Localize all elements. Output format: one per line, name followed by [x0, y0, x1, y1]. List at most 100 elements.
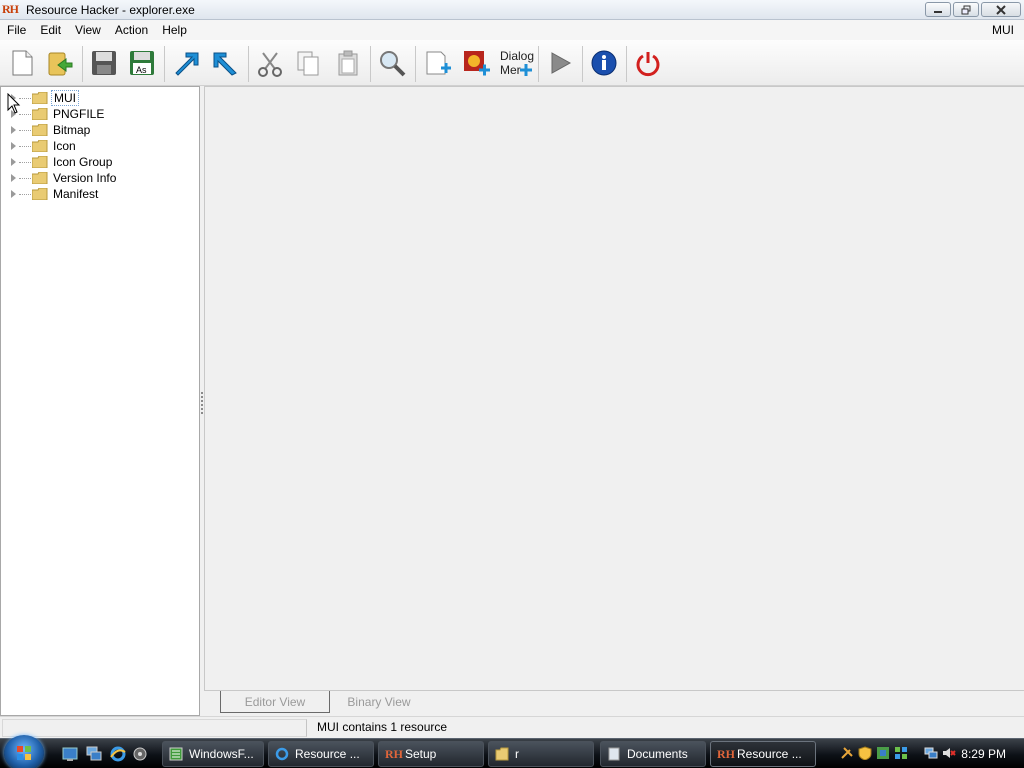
menu-view[interactable]: View — [68, 20, 108, 40]
security-shield-icon[interactable] — [858, 746, 872, 760]
task-documents[interactable]: Documents — [600, 741, 706, 767]
tray-tool-icon[interactable] — [840, 746, 854, 760]
cut-icon — [258, 52, 282, 77]
copy-icon — [297, 51, 319, 76]
menu-file[interactable]: File — [0, 20, 33, 40]
dialog-menu-icon: DialogMer — [500, 49, 534, 77]
tree-item-icon-group[interactable]: Icon Group — [1, 154, 199, 170]
network-icon[interactable] — [924, 746, 938, 760]
exit-icon — [636, 52, 660, 77]
save-button[interactable] — [86, 45, 122, 81]
resource-tree[interactable]: MUI PNGFILE Bitmap Icon Icon Group Versi… — [0, 86, 200, 716]
folder-icon — [32, 108, 48, 120]
compile-up-icon — [175, 52, 199, 76]
restore-button[interactable] — [953, 2, 979, 17]
tree-item-bitmap[interactable]: Bitmap — [1, 122, 199, 138]
view-tabs: Editor View Binary View — [204, 690, 1024, 716]
menu-edit[interactable]: Edit — [33, 20, 68, 40]
tray-grid-icon[interactable] — [894, 746, 908, 760]
menu-bar: File Edit View Action Help MUI — [0, 20, 1024, 40]
find-button[interactable] — [374, 45, 410, 81]
save-as-button[interactable]: As — [124, 45, 160, 81]
tab-editor-view[interactable]: Editor View — [220, 691, 330, 713]
internet-explorer-icon — [275, 747, 289, 761]
task-resource-hacker[interactable]: RH Resource ... — [710, 741, 816, 767]
start-button[interactable] — [4, 735, 44, 768]
tree-item-label: PNGFILE — [53, 107, 105, 121]
new-file-button[interactable] — [4, 45, 40, 81]
new-file-icon — [12, 50, 33, 76]
add-image-button[interactable] — [458, 45, 494, 81]
menu-action[interactable]: Action — [108, 20, 155, 40]
menu-help[interactable]: Help — [155, 20, 194, 40]
expand-arrow-icon[interactable] — [11, 190, 16, 198]
tree-item-icon[interactable]: Icon — [1, 138, 199, 154]
media-player-icon[interactable] — [132, 746, 148, 762]
internet-explorer-icon[interactable] — [110, 746, 126, 762]
current-resource-label: MUI — [992, 23, 1014, 37]
taskbar: WindowsF... Resource ... RH Setup r Docu… — [0, 735, 1024, 768]
tree-item-label: Version Info — [53, 171, 117, 185]
window-title: Resource Hacker - explorer.exe — [26, 2, 195, 17]
folder-icon — [32, 140, 48, 152]
compile-up-button[interactable] — [168, 45, 204, 81]
folder-icon — [32, 188, 48, 200]
tray-app-icon[interactable] — [876, 746, 890, 760]
svg-text:Dialog: Dialog — [500, 49, 534, 63]
tree-item-pngfile[interactable]: PNGFILE — [1, 106, 199, 122]
open-file-button[interactable] — [42, 45, 78, 81]
expand-arrow-icon[interactable] — [11, 174, 16, 182]
add-resource-button[interactable] — [420, 45, 456, 81]
close-button[interactable] — [981, 2, 1021, 17]
copy-button[interactable] — [290, 45, 326, 81]
tree-item-version-info[interactable]: Version Info — [1, 170, 199, 186]
folder-icon — [495, 747, 509, 761]
save-as-icon: As — [130, 51, 154, 75]
editor-pane[interactable] — [204, 86, 1024, 690]
info-button[interactable] — [586, 45, 622, 81]
add-resource-icon — [426, 51, 451, 75]
expand-arrow-icon[interactable] — [11, 158, 16, 166]
find-icon — [380, 51, 406, 77]
folder-icon — [32, 92, 48, 104]
dialog-menu-button[interactable]: Dialog Mer — [496, 45, 536, 81]
splitter-grip-icon[interactable] — [201, 392, 203, 414]
switch-windows-icon[interactable] — [86, 746, 102, 762]
paste-button[interactable] — [330, 45, 366, 81]
show-desktop-icon[interactable] — [62, 746, 78, 762]
svg-text:As: As — [136, 65, 147, 75]
task-resource-ie[interactable]: Resource ... — [268, 741, 374, 767]
run-script-button[interactable] — [542, 45, 578, 81]
tab-binary-view[interactable]: Binary View — [330, 691, 428, 713]
tree-item-manifest[interactable]: Manifest — [1, 186, 199, 202]
task-r[interactable]: r — [488, 741, 594, 767]
task-windowsf[interactable]: WindowsF... — [162, 741, 264, 767]
tree-item-mui[interactable]: MUI — [1, 90, 199, 106]
exit-button[interactable] — [630, 45, 666, 81]
task-setup[interactable]: RH Setup — [378, 741, 484, 767]
run-script-icon — [551, 52, 572, 74]
compile-down-button[interactable] — [206, 45, 242, 81]
close-icon — [996, 4, 1006, 15]
info-icon — [591, 50, 617, 76]
title-bar: RH Resource Hacker - explorer.exe — [0, 0, 1024, 20]
restore-icon — [961, 5, 971, 14]
paste-icon — [338, 50, 358, 76]
system-tray: 8:29 PM — [836, 741, 1022, 767]
clock[interactable]: 8:29 PM — [961, 741, 1006, 767]
task-label: Resource ... — [295, 747, 360, 761]
task-label: Resource ... — [737, 747, 802, 761]
task-label: WindowsF... — [189, 747, 254, 761]
tree-item-label: Manifest — [53, 187, 99, 201]
task-label: r — [515, 747, 519, 761]
volume-muted-icon[interactable] — [942, 746, 956, 760]
minimize-button[interactable] — [925, 2, 951, 17]
windows-logo-icon — [17, 746, 31, 760]
expand-arrow-icon[interactable] — [11, 142, 16, 150]
folder-icon — [32, 172, 48, 184]
window-controls — [925, 2, 1021, 17]
expand-arrow-icon[interactable] — [11, 126, 16, 134]
tree-item-label: Icon — [53, 139, 76, 153]
cut-button[interactable] — [252, 45, 288, 81]
status-bar: MUI contains 1 resource — [0, 716, 1024, 738]
